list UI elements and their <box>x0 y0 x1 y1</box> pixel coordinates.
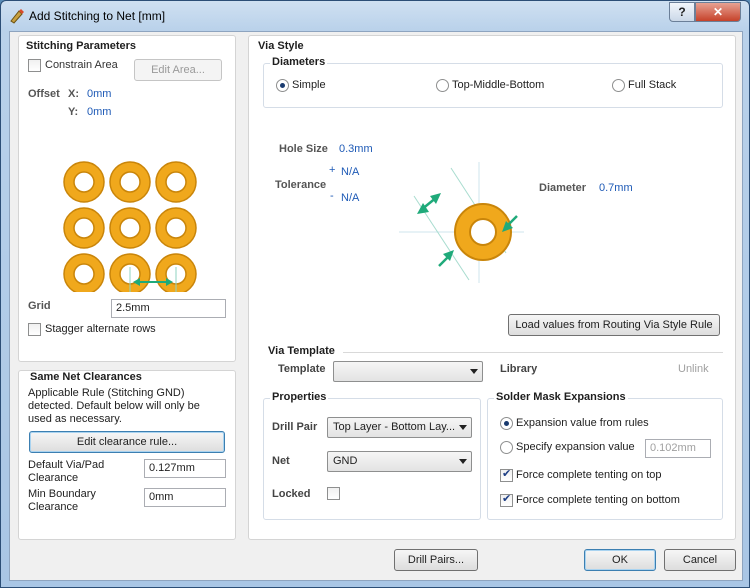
tolerance-label: Tolerance <box>275 179 327 191</box>
drill-pair-label: Drill Pair <box>272 421 318 433</box>
specify-expansion-radio[interactable] <box>500 441 513 454</box>
template-label: Template <box>278 363 326 375</box>
locked-checkbox[interactable] <box>327 487 340 500</box>
ok-button[interactable]: OK <box>584 549 656 571</box>
default-clearance-field[interactable]: 0.127mm <box>144 459 226 478</box>
specify-expansion-field[interactable]: 0.102mm <box>645 439 711 458</box>
drill-pairs-button[interactable]: Drill Pairs... <box>394 549 478 571</box>
via-hole-graphic <box>165 171 187 193</box>
net-dropdown[interactable]: GND <box>327 451 472 472</box>
diameter-arrow-left-bottom <box>438 250 454 267</box>
offset-y-label: Y: <box>68 106 79 118</box>
simple-label: Simple <box>292 79 326 91</box>
drill-pair-value: Top Layer - Bottom Lay... <box>333 421 456 433</box>
hole-size-field[interactable]: 0.3mm <box>339 143 373 155</box>
same-net-clearances-panel: Same Net Clearances Applicable Rule (Sti… <box>18 370 236 540</box>
via-hole-graphic <box>73 263 95 285</box>
specify-expansion-label: Specify expansion value <box>516 441 635 453</box>
via-style-panel: Via Style Diameters Simple Top-Middle-Bo… <box>248 35 736 540</box>
stitching-grid-diagram <box>63 161 197 292</box>
solder-mask-title: Solder Mask Expansions <box>494 391 628 403</box>
tent-top-checkbox[interactable] <box>500 467 513 482</box>
hole-size-label: Hole Size <box>279 143 328 155</box>
library-label: Library <box>500 363 538 375</box>
simple-radio[interactable] <box>276 79 289 92</box>
dialog-window: Add Stitching to Net [mm] ? ✕ Stitching … <box>0 0 750 588</box>
template-dropdown[interactable] <box>333 361 483 382</box>
via-hole-graphic <box>73 217 95 239</box>
stitching-parameters-title: Stitching Parameters <box>26 40 137 52</box>
top-middle-bottom-label: Top-Middle-Bottom <box>452 79 545 91</box>
via-template-title: Via Template <box>268 345 335 357</box>
window-title: Add Stitching to Net [mm] <box>29 9 166 23</box>
cancel-button[interactable]: Cancel <box>664 549 736 571</box>
help-button[interactable]: ? <box>669 2 695 22</box>
via-dimension-diagram <box>399 162 524 283</box>
diameters-group: Diameters Simple Top-Middle-Bottom Full … <box>263 56 723 108</box>
app-icon <box>10 9 24 24</box>
chevron-down-icon <box>470 369 478 374</box>
diameter-label: Diameter <box>539 182 587 194</box>
diameters-title: Diameters <box>270 56 328 68</box>
tolerance-plus-sign: + <box>329 164 336 176</box>
via-hole-graphic <box>73 171 95 193</box>
offset-x-label: X: <box>68 88 79 100</box>
full-stack-radio[interactable] <box>612 79 625 92</box>
default-clearance-label-1: Default Via/Pad <box>28 459 105 471</box>
top-middle-bottom-radio[interactable] <box>436 79 449 92</box>
via-style-title: Via Style <box>258 40 304 52</box>
tent-bottom-label: Force complete tenting on bottom <box>516 494 680 506</box>
via-hole-graphic <box>119 217 141 239</box>
default-clearance-label-2: Clearance <box>28 472 79 484</box>
tent-bottom-checkbox[interactable] <box>500 492 513 507</box>
tolerance-plus-field[interactable]: N/A <box>341 166 359 178</box>
close-button[interactable]: ✕ <box>695 2 741 22</box>
tolerance-minus-sign: - <box>330 190 334 202</box>
edit-clearance-rule-button[interactable]: Edit clearance rule... <box>29 431 225 453</box>
via-hole-graphic <box>119 171 141 193</box>
min-boundary-label-1: Min Boundary <box>28 488 96 500</box>
locked-label: Locked <box>272 488 311 500</box>
title-bar[interactable]: Add Stitching to Net [mm] ? ✕ <box>1 1 749 31</box>
constrain-area-label: Constrain Area <box>45 59 118 71</box>
net-label: Net <box>272 455 290 467</box>
diameter-arrow-top <box>417 193 441 214</box>
drill-pair-dropdown[interactable]: Top Layer - Bottom Lay... <box>327 417 472 438</box>
rule-text-line-2: detected. Default below will only be <box>28 400 200 412</box>
load-routing-via-style-button[interactable]: Load values from Routing Via Style Rule <box>508 314 720 336</box>
tent-top-label: Force complete tenting on top <box>516 469 662 481</box>
min-boundary-label-2: Clearance <box>28 501 79 513</box>
offset-y-field[interactable]: 0mm <box>87 106 111 118</box>
net-value: GND <box>333 455 358 467</box>
offset-label: Offset <box>28 88 60 100</box>
via-hole-graphic <box>469 218 497 246</box>
chevron-down-icon <box>459 425 467 430</box>
edit-area-button[interactable]: Edit Area... <box>134 59 222 81</box>
diameter-field[interactable]: 0.7mm <box>599 182 633 194</box>
stagger-rows-checkbox[interactable] <box>28 323 41 336</box>
via-template-separator <box>343 352 723 353</box>
offset-x-field[interactable]: 0mm <box>87 88 111 100</box>
rule-text-line-3: used as necessary. <box>28 413 122 425</box>
chevron-down-icon <box>459 459 467 464</box>
properties-group: Properties Drill Pair Top Layer - Bottom… <box>263 391 481 520</box>
min-boundary-field[interactable]: 0mm <box>144 488 226 507</box>
full-stack-label: Full Stack <box>628 79 677 91</box>
clearances-title: Same Net Clearances <box>28 371 144 383</box>
rule-text-line-1: Applicable Rule (Stitching GND) <box>28 387 185 399</box>
via-hole-graphic <box>165 217 187 239</box>
solder-mask-group: Solder Mask Expansions Expansion value f… <box>487 391 723 520</box>
tolerance-minus-field[interactable]: N/A <box>341 192 359 204</box>
expansion-from-rules-label: Expansion value from rules <box>516 417 649 429</box>
grid-spacing-arrow <box>133 278 173 286</box>
constrain-area-checkbox[interactable] <box>28 59 41 72</box>
properties-title: Properties <box>270 391 329 403</box>
grid-field[interactable]: 2.5mm <box>111 299 226 318</box>
unlink-link[interactable]: Unlink <box>678 363 709 375</box>
expansion-from-rules-radio[interactable] <box>500 417 513 430</box>
dialog-client: Stitching Parameters Constrain Area Edit… <box>9 31 743 581</box>
stagger-rows-label: Stagger alternate rows <box>45 323 156 335</box>
stitching-parameters-panel: Stitching Parameters Constrain Area Edit… <box>18 35 236 362</box>
grid-label: Grid <box>28 300 51 312</box>
